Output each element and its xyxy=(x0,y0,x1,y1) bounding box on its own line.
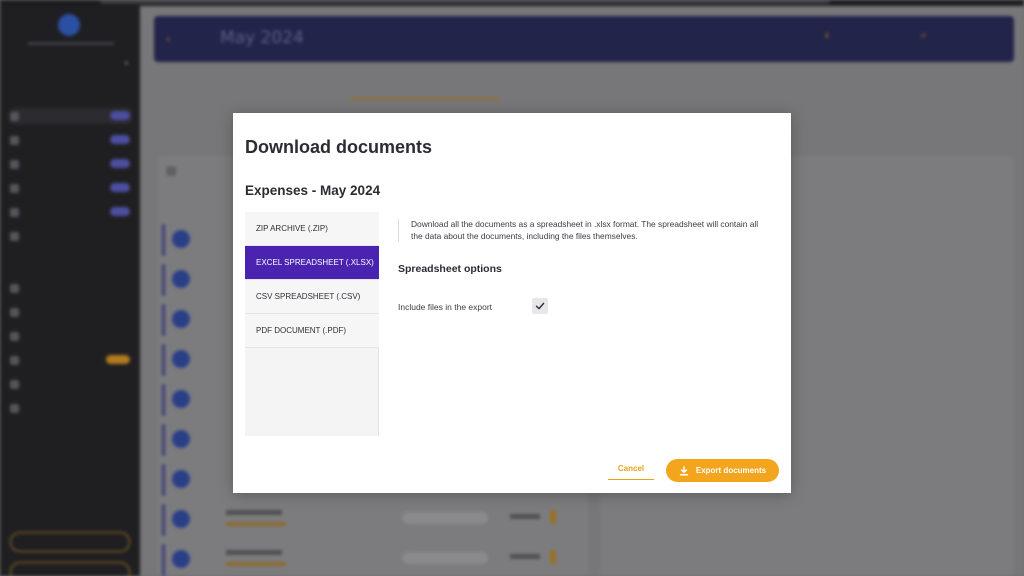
sidebar-item xyxy=(10,180,132,196)
export-button-label: Export documents xyxy=(695,466,767,475)
page-title: May 2024 xyxy=(220,28,304,48)
options-title: Spreadsheet options xyxy=(398,263,502,275)
sidebar-item xyxy=(10,400,132,416)
sidebar-action-button xyxy=(10,562,130,576)
dialog-title: Download documents xyxy=(245,137,433,157)
list-item xyxy=(162,502,582,538)
sidebar-item xyxy=(10,328,132,344)
download-icon xyxy=(679,465,689,476)
cancel-button[interactable]: Cancel xyxy=(608,462,654,480)
header-action-button: ↺ xyxy=(920,32,926,40)
list-item xyxy=(162,542,582,576)
folder-icon xyxy=(10,111,19,121)
sidebar-item xyxy=(10,132,132,148)
format-option-pdf[interactable]: PDF DOCUMENT (.PDF) xyxy=(245,314,379,348)
folder-icon xyxy=(10,231,19,241)
menu-icon xyxy=(10,307,19,317)
format-description: Download all the documents as a spreadsh… xyxy=(398,219,770,242)
download-documents-dialog: Download documents Expenses - May 2024 Z… xyxy=(233,113,791,493)
header-action-button: ⬇ xyxy=(824,32,830,40)
menu-icon xyxy=(10,331,19,341)
folder-icon xyxy=(10,159,19,169)
menu-icon xyxy=(10,379,19,389)
page-header: ‹ May 2024 ⬇ ↺ xyxy=(154,16,1014,62)
tab-bar xyxy=(320,78,860,102)
folder-icon xyxy=(10,135,19,145)
check-icon xyxy=(535,302,545,310)
sidebar-item xyxy=(10,376,132,392)
sidebar-item xyxy=(10,228,132,244)
company-selector: ▾ xyxy=(124,60,128,67)
sidebar-item xyxy=(10,304,132,320)
sidebar: ▾ xyxy=(0,6,140,576)
sidebar-item xyxy=(10,352,132,368)
menu-icon xyxy=(10,355,19,365)
menu-icon xyxy=(10,283,19,293)
sidebar-item xyxy=(10,204,132,220)
format-option-csv[interactable]: CSV SPREADSHEET (.CSV) xyxy=(245,280,379,314)
export-documents-button[interactable]: Export documents xyxy=(666,459,779,482)
gear-icon xyxy=(10,403,19,413)
format-option-xlsx[interactable]: EXCEL SPREADSHEET (.XLSX) xyxy=(245,246,379,280)
folder-icon xyxy=(10,183,19,193)
folder-icon xyxy=(10,207,19,217)
sidebar-item xyxy=(10,280,132,296)
sidebar-item xyxy=(10,156,132,172)
dialog-subtitle: Expenses - May 2024 xyxy=(245,183,381,198)
format-list: ZIP ARCHIVE (.ZIP) EXCEL SPREADSHEET (.X… xyxy=(245,212,379,436)
format-option-zip[interactable]: ZIP ARCHIVE (.ZIP) xyxy=(245,212,379,246)
sidebar-action-button xyxy=(10,532,130,552)
app-logo xyxy=(58,14,80,36)
sidebar-item xyxy=(10,108,132,124)
back-arrow-icon: ‹ xyxy=(166,32,171,46)
include-files-checkbox[interactable] xyxy=(532,298,548,314)
include-files-label: Include files in the export xyxy=(398,302,493,312)
